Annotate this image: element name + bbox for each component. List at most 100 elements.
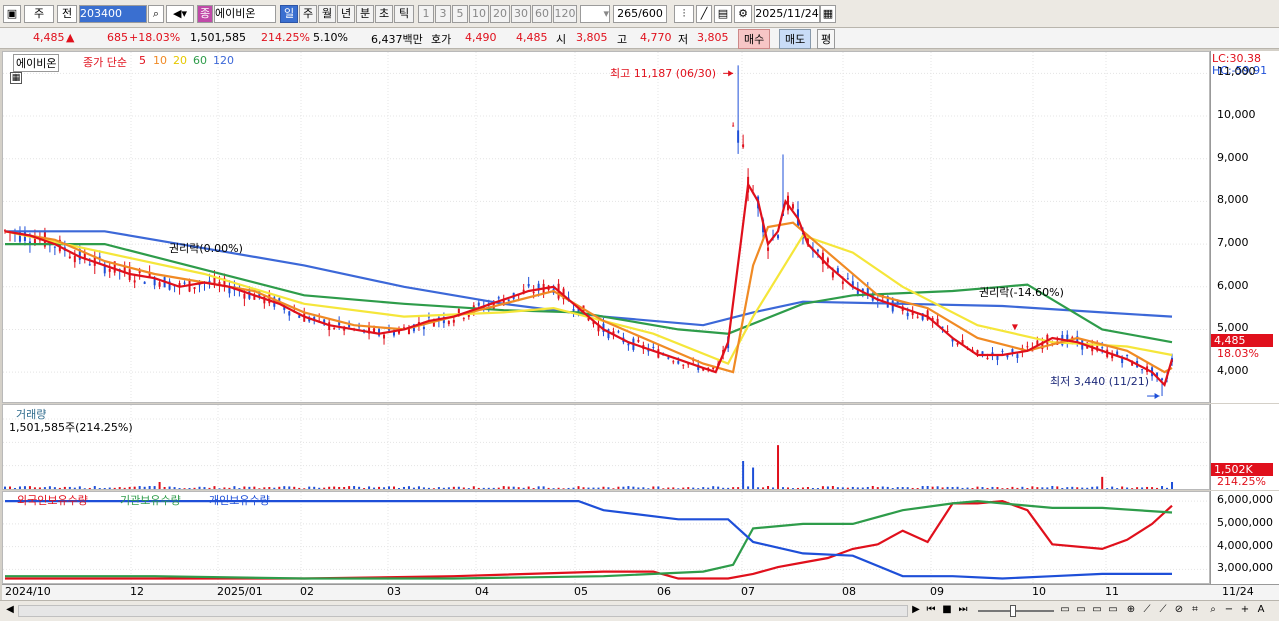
timeframe-yearly[interactable]: 년 — [337, 5, 355, 23]
magnifier-icon[interactable]: ⌕ — [1206, 603, 1220, 619]
view-icon-2[interactable]: ▭ — [1074, 603, 1088, 619]
date-input[interactable]: 2025/11/24 — [754, 5, 820, 23]
view-icon-1[interactable]: ▭ — [1058, 603, 1072, 619]
volume-bar — [422, 487, 425, 489]
volume-bar — [1061, 487, 1064, 489]
volume-value: 1,501,585 — [190, 31, 246, 44]
trade-amount: 6,437백만 — [371, 33, 423, 46]
rewind-icon[interactable]: ⏮ — [924, 603, 938, 619]
x-tick-label: 2025/01 — [217, 585, 263, 598]
scroll-right-icon[interactable]: ▶ — [910, 603, 922, 619]
candle-body — [956, 343, 959, 345]
candle-type-icon[interactable]: ⫶ — [674, 5, 694, 23]
volume-bar — [527, 486, 530, 489]
type-select[interactable]: 주 — [24, 5, 54, 23]
interval-60[interactable]: 60 — [532, 5, 552, 23]
timeframe-minute[interactable]: 분 — [356, 5, 374, 23]
view-icon-4[interactable]: ▭ — [1106, 603, 1120, 619]
volume-bar — [158, 482, 161, 489]
volume-bar — [268, 487, 271, 489]
gear-icon[interactable]: ⚙ — [734, 5, 752, 23]
period-select[interactable]: 전 — [57, 5, 77, 23]
volume-bar — [652, 486, 655, 489]
volume-bar — [318, 487, 321, 489]
y-tick-label: 7,000 — [1217, 236, 1249, 250]
timeframe-second[interactable]: 초 — [375, 5, 393, 23]
volume-bar — [1001, 488, 1004, 489]
rights-annotation-2: 권리락(0.00%) — [169, 242, 243, 255]
bid-label: 호가 — [431, 33, 452, 46]
volume-bar — [328, 486, 331, 489]
scroll-track[interactable] — [18, 605, 908, 617]
calendar-icon[interactable]: ▦ — [820, 5, 836, 23]
zoom-in-icon[interactable]: + — [1238, 603, 1252, 619]
candle-body — [572, 309, 575, 311]
zoom-slider[interactable] — [978, 610, 1054, 612]
table-toggle-icon[interactable]: ▦ — [10, 72, 22, 84]
timeframe-monthly[interactable]: 월 — [318, 5, 336, 23]
tool-icon-5[interactable]: ⌗ — [1188, 603, 1202, 619]
volume-bar — [826, 486, 829, 489]
layout-icon[interactable]: ▣ — [3, 5, 21, 23]
tool-icon-3[interactable]: ⟋ — [1156, 603, 1170, 619]
timeframe-weekly[interactable]: 주 — [299, 5, 317, 23]
forward-icon[interactable]: ⏭ — [956, 603, 970, 619]
volume-bar — [587, 487, 590, 489]
interval-20[interactable]: 20 — [490, 5, 510, 23]
candle-body — [507, 299, 510, 302]
search-icon[interactable]: ⌕ — [148, 5, 164, 23]
interval-10[interactable]: 10 — [469, 5, 489, 23]
volume-bar — [412, 487, 415, 489]
stock-name[interactable]: 에이비온 — [214, 5, 276, 23]
line-tool-icon[interactable]: ╱ — [696, 5, 712, 23]
candle-body — [432, 322, 435, 327]
price-chart — [3, 52, 1209, 402]
save-icon[interactable]: ▤ — [714, 5, 732, 23]
zoom-out-icon[interactable]: − — [1222, 603, 1236, 619]
tool-icon-1[interactable]: ⊕ — [1124, 603, 1138, 619]
volume-bar — [966, 487, 969, 489]
volume-bar — [4, 486, 6, 489]
volume-bar — [437, 487, 440, 489]
code-input[interactable]: 203400 — [79, 5, 147, 23]
volume-ratio: 214.25% — [261, 31, 310, 44]
tool-icon-2[interactable]: ⟋ — [1140, 603, 1154, 619]
font-icon[interactable]: A — [1254, 603, 1268, 619]
sell-button[interactable]: 매도 — [779, 29, 812, 49]
interval-120[interactable]: 120 — [553, 5, 577, 23]
interval-30[interactable]: 30 — [511, 5, 531, 23]
candle-body — [981, 351, 984, 354]
volume-bar — [926, 485, 929, 489]
volume-bar — [1101, 476, 1104, 489]
interval-dropdown[interactable]: ▾ — [580, 5, 610, 23]
volume-bar — [363, 488, 366, 489]
volume-bar — [1011, 486, 1014, 489]
ma-title: 종가 단순 — [83, 56, 127, 69]
stop-icon[interactable]: ■ — [940, 603, 954, 619]
buy-button[interactable]: 매수 — [738, 29, 771, 49]
view-icon-3[interactable]: ▭ — [1090, 603, 1104, 619]
x-tick-label: 2024/10 — [5, 585, 51, 598]
volume-bar — [223, 487, 226, 489]
volume-bar — [637, 487, 640, 489]
tool-icon-4[interactable]: ⊘ — [1172, 603, 1186, 619]
volume-bar — [153, 486, 156, 489]
scroll-left-icon[interactable]: ◀ — [4, 603, 16, 619]
sound-icon[interactable]: ◀▾ — [166, 5, 194, 23]
volume-bar — [941, 487, 944, 489]
volume-bar — [1081, 487, 1084, 489]
count-input[interactable]: 265/600 — [613, 5, 667, 23]
zoom-handle[interactable] — [1010, 605, 1016, 617]
volume-bar — [542, 486, 545, 489]
interval-5[interactable]: 5 — [452, 5, 468, 23]
timeframe-tick[interactable]: 틱 — [394, 5, 414, 23]
volume-bar — [258, 488, 261, 489]
volume-bar — [323, 487, 326, 489]
volume-bar — [452, 486, 455, 489]
timeframe-daily[interactable]: 일 — [280, 5, 298, 23]
interval-1[interactable]: 1 — [418, 5, 434, 23]
candle-body — [667, 357, 670, 359]
volume-bar — [78, 486, 81, 489]
interval-3[interactable]: 3 — [435, 5, 451, 23]
eval-button[interactable]: 평 — [817, 29, 836, 49]
